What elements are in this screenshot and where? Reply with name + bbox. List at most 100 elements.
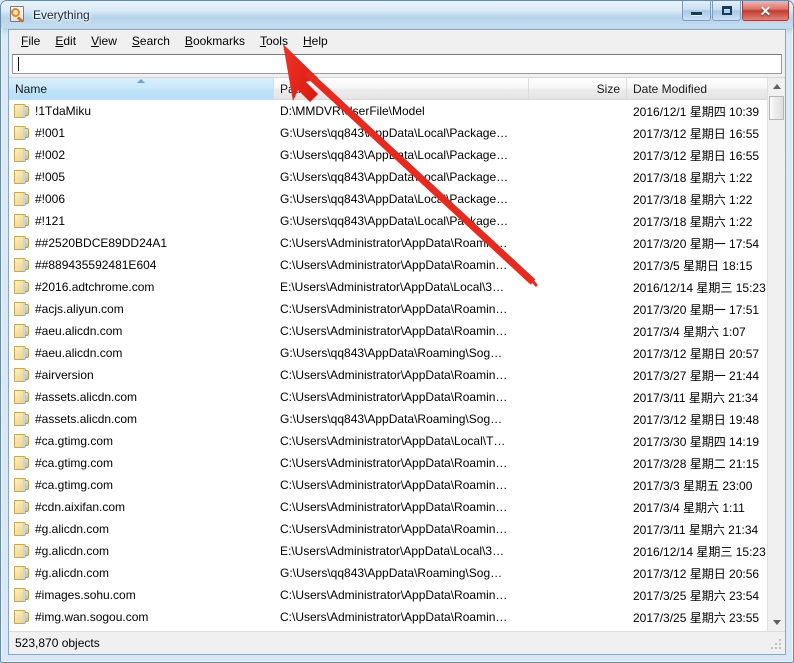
cell-path: C:\Users\Administrator\AppData\Roamin… <box>274 606 529 628</box>
cell-date-text: 2017/3/30 星期四 14:19 <box>633 631 759 632</box>
cell-date-text: 2017/3/4 星期六 1:07 <box>633 324 746 339</box>
menu-item-file[interactable]: File <box>14 32 48 50</box>
column-header-row: Name Path Size Date Modified <box>9 78 785 100</box>
table-row[interactable]: #!002 G:\Users\qq843\AppData\Local\Packag… <box>9 144 785 166</box>
folder-icon <box>14 236 30 250</box>
table-row[interactable]: #images.sohu.com C:\Users\Administrator\A… <box>9 584 785 606</box>
folder-icon <box>14 148 30 162</box>
cell-date: 2017/3/30 星期四 14:19 <box>627 628 770 631</box>
close-button[interactable]: ✕ <box>742 1 789 21</box>
vertical-scrollbar[interactable] <box>767 78 785 631</box>
cell-path: C:\Users\Administrator\AppData\Roamin… <box>274 496 529 518</box>
table-row[interactable]: #g.alicdn.com G:\Users\qq843\AppData\Roam… <box>9 562 785 584</box>
folder-icon <box>14 214 30 228</box>
table-row[interactable]: #img.wan.sogou.com C:\Users\Administrator… <box>9 606 785 628</box>
menu-item-help[interactable]: Help <box>296 32 336 50</box>
menu-item-bookmarks[interactable]: Bookmarks <box>178 32 253 50</box>
folder-icon <box>14 258 30 272</box>
cell-date: 2016/12/14 星期三 15:23 <box>627 540 770 562</box>
chevron-up-icon <box>772 84 781 89</box>
menu-item-search[interactable]: Search <box>125 32 178 50</box>
cell-path: C:\Users\Administrator\AppData\Roamin… <box>274 386 529 408</box>
title-bar[interactable]: Everything ✕ <box>1 1 793 28</box>
cell-name: #assets.alicdn.com <box>9 386 274 408</box>
minimize-button[interactable] <box>682 1 711 21</box>
table-row[interactable]: #assets.alicdn.com G:\Users\qq843\AppData… <box>9 408 785 430</box>
cell-path-text: C:\Users\Administrator\AppData\Roamin… <box>280 456 508 470</box>
cell-path-text: C:\Users\Administrator\AppData\Roamin… <box>280 368 508 382</box>
scroll-up-button[interactable] <box>768 78 785 95</box>
search-input[interactable] <box>12 54 782 74</box>
folder-icon <box>14 456 30 470</box>
scrollbar-thumb[interactable] <box>769 96 784 120</box>
folder-icon <box>14 390 30 404</box>
column-header-label: Size <box>596 81 620 96</box>
cell-size <box>529 298 627 320</box>
table-row[interactable]: #aeu.alicdn.com G:\Users\qq843\AppData\Ro… <box>9 342 785 364</box>
cell-path: G:\Users\qq843\AppData\Local\Package… <box>274 210 529 232</box>
table-row[interactable]: #cdn.aixifan.com C:\Users\Administrator\A… <box>9 496 785 518</box>
cell-path: C:\Users\Administrator\AppData\Roamin… <box>274 254 529 276</box>
cell-path-text: C:\Users\Administrator\AppData\Roamin… <box>280 588 508 602</box>
table-row[interactable]: #g.alicdn.com E:\Users\Administrator\AppD… <box>9 540 785 562</box>
cell-date: 2017/3/12 星期日 16:55 <box>627 122 770 144</box>
cell-name: ##2520BDCE89DD24A1 <box>9 232 274 254</box>
results-list-view[interactable]: Name Path Size Date Modified !1TdaMiku D:\MM… <box>9 77 785 631</box>
table-row[interactable]: !1TdaMiku D:\MMDVR\UserFile\Model 2016/12/… <box>9 100 785 122</box>
cell-path-text: G:\Users\qq843\AppData\Local\Package… <box>280 148 509 162</box>
table-row[interactable]: #!001 G:\Users\qq843\AppData\Local\Packag… <box>9 122 785 144</box>
folder-icon <box>14 170 30 184</box>
cell-date: 2017/3/18 星期六 1:22 <box>627 188 770 210</box>
table-row[interactable]: #!121 G:\Users\qq843\AppData\Local\Packag… <box>9 210 785 232</box>
cell-path: C:\Users\Administrator\AppData\Roamin… <box>274 298 529 320</box>
table-row[interactable]: #g.alicdn.com C:\Users\Administrator\AppD… <box>9 518 785 540</box>
cell-date-text: 2017/3/20 星期一 17:54 <box>633 236 760 251</box>
maximize-button[interactable] <box>712 1 741 21</box>
table-row[interactable]: ##889435592481E604 C:\Users\Administrator… <box>9 254 785 276</box>
table-row[interactable]: #imgcache.qq.comC:\Users\Administrator\A… <box>9 628 785 631</box>
object-count-label: 523,870 objects <box>15 636 100 650</box>
table-row[interactable]: #assets.alicdn.com C:\Users\Administrator… <box>9 386 785 408</box>
table-row[interactable]: #aeu.alicdn.com C:\Users\Administrator\Ap… <box>9 320 785 342</box>
menu-item-view[interactable]: View <box>84 32 125 50</box>
cell-path: G:\Users\qq843\AppData\Local\Package… <box>274 188 529 210</box>
column-header-date[interactable]: Date Modified <box>627 78 770 99</box>
table-row[interactable]: #ca.gtimg.com C:\Users\Administrator\AppD… <box>9 430 785 452</box>
table-row[interactable]: #airversion C:\Users\Administrator\AppDat… <box>9 364 785 386</box>
resize-grip[interactable] <box>771 637 783 649</box>
menu-item-tools[interactable]: Tools <box>253 32 296 50</box>
column-header-name[interactable]: Name <box>9 78 274 99</box>
table-row[interactable]: ##2520BDCE89DD24A1 C:\Users\Administrator… <box>9 232 785 254</box>
cell-date: 2017/3/11 星期六 21:34 <box>627 386 770 408</box>
cell-size <box>529 320 627 342</box>
cell-size <box>529 254 627 276</box>
cell-path-text: G:\Users\qq843\AppData\Local\Package… <box>280 192 509 206</box>
column-header-path[interactable]: Path <box>274 78 529 99</box>
table-row[interactable]: #ca.gtimg.com C:\Users\Administrator\AppD… <box>9 474 785 496</box>
cell-path-text: E:\Users\Administrator\AppData\Local\3… <box>280 280 505 294</box>
table-row[interactable]: #2016.adtchrome.com E:\Users\Administrato… <box>9 276 785 298</box>
cell-name-text: ##889435592481E604 <box>35 258 157 272</box>
cell-name-text: #!121 <box>35 214 66 228</box>
cell-name: #aeu.alicdn.com <box>9 342 274 364</box>
folder-icon <box>14 522 30 536</box>
table-row[interactable]: #!005 G:\Users\qq843\AppData\Local\Packag… <box>9 166 785 188</box>
cell-date-text: 2017/3/4 星期六 1:11 <box>633 500 745 515</box>
cell-path: G:\Users\qq843\AppData\Local\Package… <box>274 122 529 144</box>
cell-path: C:\Users\Administrator\AppData\Roamin… <box>274 452 529 474</box>
cell-path-text: G:\Users\qq843\AppData\Roaming\Sog… <box>280 346 503 360</box>
cell-name-text: #!005 <box>35 170 66 184</box>
column-header-size[interactable]: Size <box>529 78 627 99</box>
scroll-down-button[interactable] <box>768 614 785 631</box>
folder-icon <box>14 588 30 602</box>
cell-path: C:\Users\Administrator\AppData\Roamin… <box>274 518 529 540</box>
cell-path-text: C:\Users\Administrator\AppData\Roamin… <box>280 302 508 316</box>
table-row[interactable]: #acjs.aliyun.com C:\Users\Administrator\A… <box>9 298 785 320</box>
cell-date: 2017/3/12 星期日 16:55 <box>627 144 770 166</box>
table-row[interactable]: #ca.gtimg.com C:\Users\Administrator\AppD… <box>9 452 785 474</box>
cell-name: #!002 <box>9 144 274 166</box>
menu-item-edit[interactable]: Edit <box>48 32 84 50</box>
table-row[interactable]: #!006 G:\Users\qq843\AppData\Local\Packag… <box>9 188 785 210</box>
folder-icon <box>14 544 30 558</box>
cell-date: 2017/3/5 星期日 18:15 <box>627 254 770 276</box>
